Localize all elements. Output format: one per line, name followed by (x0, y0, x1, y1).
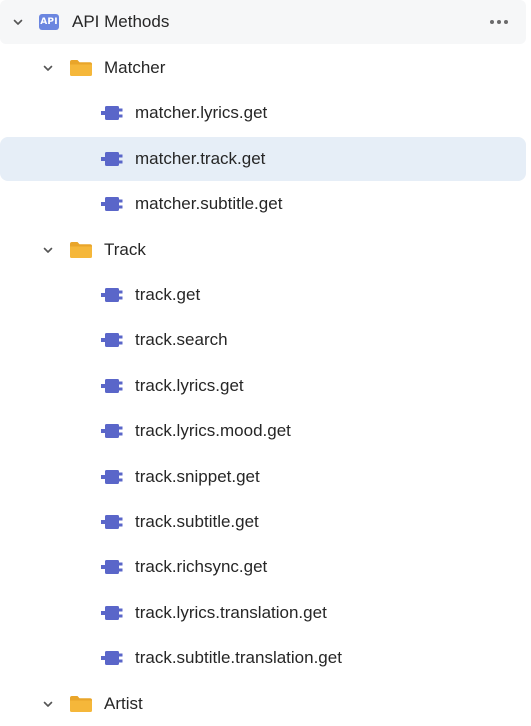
endpoint-plug-icon (101, 287, 123, 303)
endpoint-label: track.search (135, 330, 228, 349)
endpoint-row[interactable]: track.subtitle.get (0, 500, 526, 544)
folder-row-artist[interactable]: Artist (0, 682, 526, 726)
folder-label: Matcher (104, 58, 166, 77)
endpoint-row[interactable]: track.get (0, 273, 526, 317)
endpoint-label: track.lyrics.mood.get (135, 421, 291, 440)
endpoint-row[interactable]: track.lyrics.translation.get (0, 591, 526, 635)
folder-row-track[interactable]: Track (0, 228, 526, 272)
chevron-down-icon[interactable] (41, 243, 55, 257)
endpoint-plug-icon (101, 423, 123, 439)
endpoint-row[interactable]: track.lyrics.get (0, 364, 526, 408)
endpoint-plug-icon (101, 469, 123, 485)
endpoint-label: matcher.lyrics.get (135, 103, 268, 122)
endpoint-plug-icon (101, 378, 123, 394)
endpoint-row[interactable]: matcher.subtitle.get (0, 182, 526, 226)
endpoint-plug-icon (101, 514, 123, 530)
endpoint-plug-icon (101, 105, 123, 121)
endpoint-label: track.subtitle.translation.get (135, 648, 342, 667)
endpoint-row[interactable]: track.search (0, 318, 526, 362)
endpoint-label: track.snippet.get (135, 467, 260, 486)
endpoint-plug-icon (101, 196, 123, 212)
endpoint-label: matcher.subtitle.get (135, 194, 283, 213)
folder-icon (69, 241, 93, 259)
endpoint-plug-icon (101, 332, 123, 348)
folder-label: Artist (104, 694, 143, 713)
endpoint-plug-icon (101, 650, 123, 666)
endpoint-row[interactable]: track.richsync.get (0, 545, 526, 589)
endpoint-label: track.lyrics.get (135, 376, 244, 395)
endpoint-label: track.lyrics.translation.get (135, 603, 327, 622)
tree-root-label: API Methods (72, 12, 170, 31)
endpoint-plug-icon (101, 559, 123, 575)
more-horizontal-icon[interactable] (490, 0, 508, 44)
folder-row-matcher[interactable]: Matcher (0, 46, 526, 90)
endpoint-row[interactable]: track.snippet.get (0, 455, 526, 499)
tree-root-api-methods[interactable]: API API Methods (0, 0, 526, 44)
chevron-down-icon[interactable] (11, 15, 25, 29)
chevron-down-icon[interactable] (41, 61, 55, 75)
endpoint-label: matcher.track.get (135, 149, 266, 168)
endpoint-label: track.richsync.get (135, 557, 268, 576)
endpoint-row[interactable]: matcher.lyrics.get (0, 91, 526, 135)
endpoint-row[interactable]: track.lyrics.mood.get (0, 409, 526, 453)
api-tree: API API Methods Matcher matcher.lyrics.ge… (0, 0, 531, 722)
endpoint-label: track.subtitle.get (135, 512, 259, 531)
folder-label: Track (104, 240, 146, 259)
endpoint-plug-icon (101, 151, 123, 167)
folder-icon (69, 59, 93, 77)
endpoint-row[interactable]: matcher.track.get (0, 137, 526, 181)
endpoint-label: track.get (135, 285, 201, 304)
endpoint-row[interactable]: track.subtitle.translation.get (0, 636, 526, 680)
api-badge-icon: API (39, 14, 59, 30)
chevron-down-icon[interactable] (41, 697, 55, 711)
folder-icon (69, 695, 93, 713)
endpoint-plug-icon (101, 605, 123, 621)
